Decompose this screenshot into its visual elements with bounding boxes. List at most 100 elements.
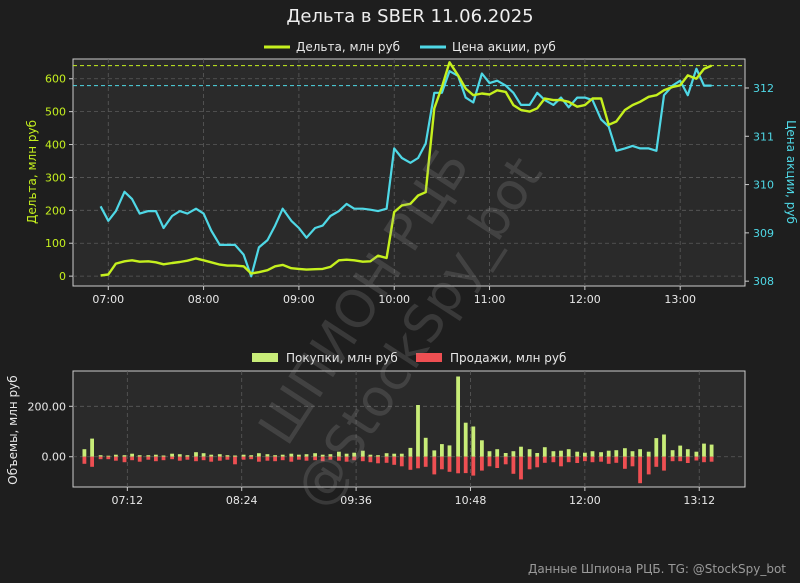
sell-bar [495, 456, 500, 468]
top-left-tick-label: 200 [45, 204, 66, 217]
sell-bar [670, 456, 675, 462]
bottom-y-tick-label: 0.00 [42, 451, 67, 464]
buy-bar [654, 438, 659, 457]
sell-bar [694, 456, 699, 461]
buy-bar [463, 422, 468, 457]
sell-bar [376, 456, 380, 464]
buy-bar [503, 453, 508, 457]
buy-bar [161, 455, 166, 457]
buy-bar [170, 453, 174, 457]
buy-bar [678, 445, 683, 457]
buy-bar [130, 453, 134, 457]
buy-bar [146, 455, 151, 457]
sell-bar [590, 456, 595, 463]
buy-bar [471, 426, 476, 457]
sell-bar [480, 456, 484, 471]
sell-bar [638, 456, 642, 484]
buy-bar [599, 452, 603, 457]
buy-bar [177, 454, 182, 457]
sell-bar [265, 456, 270, 461]
buy-bar [670, 450, 675, 457]
bottom-y-tick-label: 200.00 [28, 400, 67, 413]
sell-bar [177, 456, 182, 461]
sell-bar [606, 456, 611, 464]
sell-bar [194, 456, 198, 462]
buy-bar [106, 455, 111, 457]
buy-bar [638, 449, 642, 457]
top-left-tick-label: 500 [45, 106, 66, 119]
sell-bar [662, 456, 666, 471]
sell-bar [542, 456, 547, 463]
buy-bar [487, 451, 492, 457]
buy-bar [623, 448, 627, 457]
top-right-tick-label: 309 [753, 227, 774, 240]
sell-bar [154, 456, 158, 462]
buy-bar [154, 454, 158, 457]
buy-bar [630, 451, 635, 457]
top-x-tick-label: 12:00 [569, 293, 601, 306]
sell-bar [623, 456, 627, 469]
buy-bar [384, 453, 389, 457]
sell-bar [114, 456, 118, 461]
top-left-tick-label: 600 [45, 73, 66, 86]
buy-bar [233, 455, 237, 457]
buy-bar [265, 454, 270, 457]
sell-bar [447, 456, 452, 472]
sell-bar [399, 456, 404, 467]
sell-bar [90, 456, 94, 467]
sell-bar [630, 456, 635, 467]
buy-bar [392, 453, 397, 457]
top-right-tick-label: 310 [753, 179, 774, 192]
buy-bar [606, 450, 611, 457]
buy-bar [376, 455, 380, 457]
sell-bar [416, 456, 420, 469]
top-x-tick-label: 08:00 [188, 293, 220, 306]
sell-bar [209, 456, 214, 462]
sell-bar [201, 456, 206, 461]
buy-bar [583, 452, 587, 457]
sell-bar [280, 456, 285, 461]
sell-bar [456, 456, 460, 474]
sell-bar [106, 456, 111, 460]
top-x-tick-label: 13:00 [664, 293, 696, 306]
buy-bar [201, 453, 206, 457]
buy-bar [519, 446, 523, 457]
sell-bar [225, 456, 230, 460]
buy-bar [225, 455, 230, 457]
sell-bar [82, 456, 87, 464]
buy-bar [614, 450, 619, 457]
top-left-tick-label: 400 [45, 139, 66, 152]
sell-bar [384, 456, 389, 463]
legend-buy-swatch [252, 353, 278, 362]
sell-bar [408, 456, 413, 470]
sell-bar [702, 456, 706, 463]
top-x-tick-label: 07:00 [92, 293, 124, 306]
sell-bar [423, 456, 428, 467]
sell-bar [289, 456, 294, 462]
buy-bar [551, 451, 556, 457]
buy-bar [480, 440, 484, 457]
sell-bar [519, 456, 523, 480]
buy-bar [447, 445, 452, 457]
bottom-x-tick-label: 08:24 [226, 494, 258, 507]
buy-bar [137, 455, 142, 457]
buy-bar [702, 443, 706, 457]
sell-bar [575, 456, 580, 463]
buy-bar [662, 434, 666, 457]
bottom-x-tick-label: 13:12 [683, 494, 715, 507]
buy-bar [114, 454, 118, 457]
bottom-x-tick-label: 07:12 [111, 494, 143, 507]
buy-bar [575, 451, 580, 457]
top-right-tick-label: 311 [753, 130, 774, 143]
sell-bar [249, 456, 254, 460]
sell-bar [614, 456, 619, 463]
buy-bar [542, 447, 547, 457]
top-right-tick-label: 312 [753, 82, 774, 95]
buy-bar [566, 449, 571, 457]
footer-credit: Данные Шпиона РЦБ. TG: @StockSpy_bot [528, 562, 786, 576]
buy-bar [185, 455, 190, 457]
buy-bar [416, 405, 420, 457]
top-left-tick-label: 100 [45, 237, 66, 250]
buy-bar [249, 455, 254, 457]
sell-bar [646, 456, 651, 475]
